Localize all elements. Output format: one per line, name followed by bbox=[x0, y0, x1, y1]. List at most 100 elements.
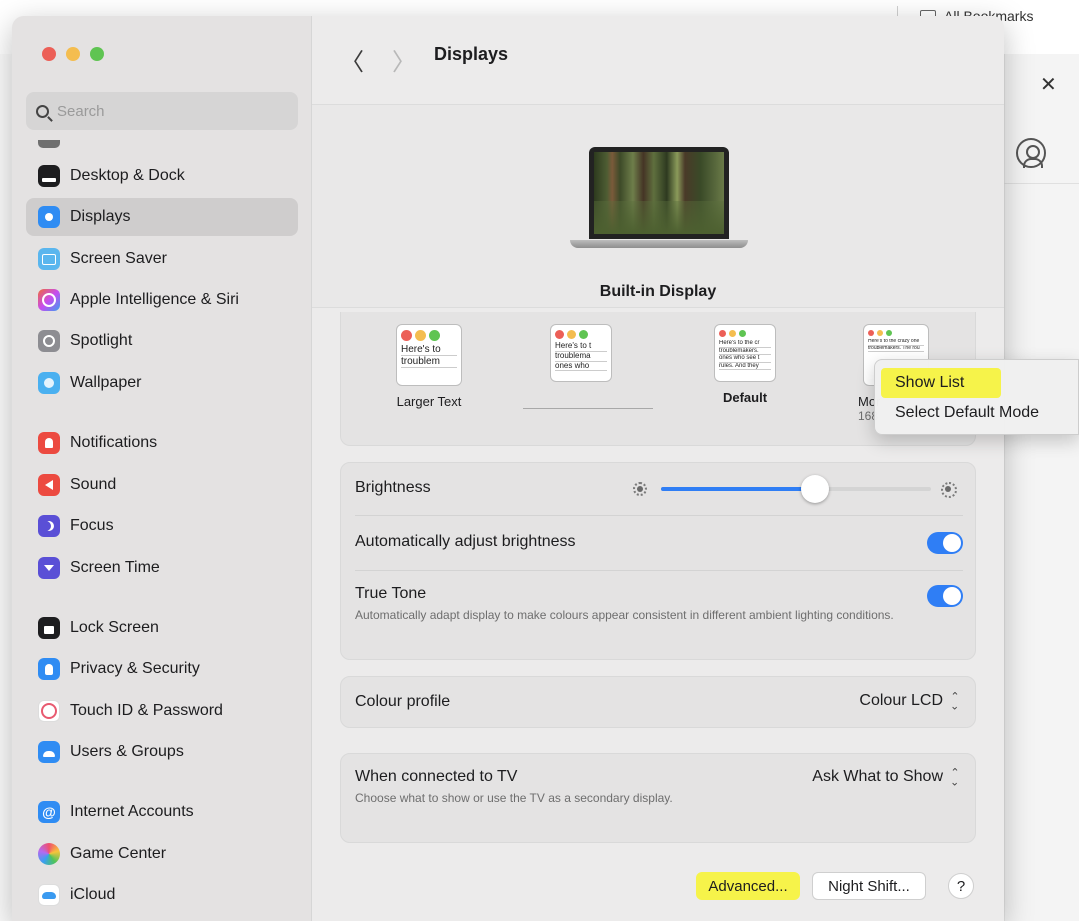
sidebar-item-label: Screen Saver bbox=[70, 250, 167, 267]
sidebar-item-desktop-dock[interactable]: Desktop & Dock bbox=[26, 157, 298, 195]
brightness-row: Brightness bbox=[341, 463, 977, 515]
sidebar-item-label: Focus bbox=[70, 517, 114, 534]
sidebar-item-label: Spotlight bbox=[70, 332, 133, 349]
brightness-label: Brightness bbox=[355, 479, 431, 496]
tv-label: When connected to TV bbox=[355, 768, 518, 785]
true-tone-label: True Tone bbox=[355, 585, 427, 602]
tv-popup[interactable]: Ask What to Show ⌃ ⌃ bbox=[812, 768, 961, 787]
sidebar-item-label: Sound bbox=[70, 476, 117, 493]
chevron-up-down-icon: ⌃ ⌃ bbox=[950, 691, 960, 711]
advanced-button[interactable]: Advanced... bbox=[696, 872, 800, 900]
brightness-slider[interactable] bbox=[661, 475, 931, 503]
preview-text: troublema bbox=[555, 352, 607, 362]
wallpaper-preview bbox=[594, 152, 724, 234]
sidebar-item-screen-time[interactable]: Screen Time bbox=[26, 549, 298, 587]
colour-profile-card: Colour profile Colour LCD ⌃ ⌃ bbox=[340, 676, 976, 728]
sidebar-item-touch-id[interactable]: Touch ID & Password bbox=[26, 692, 298, 730]
preview-text: troublemakers. bbox=[719, 348, 771, 356]
menu-item-select-default-mode[interactable]: Select Default Mode bbox=[881, 398, 1072, 428]
laptop-display-icon[interactable] bbox=[589, 147, 729, 239]
browser-side-panel bbox=[1004, 54, 1079, 921]
page-title: Displays bbox=[434, 44, 509, 64]
back-button[interactable]: 〈 bbox=[340, 42, 364, 77]
preview-text: Here's to t bbox=[555, 342, 607, 352]
siri-icon bbox=[38, 289, 60, 311]
icloud-icon bbox=[38, 884, 60, 906]
preview-text: ones who see t bbox=[719, 355, 771, 363]
display-arrangement: Built-in Display bbox=[312, 104, 1004, 308]
true-tone-row: True Tone Automatically adapt display to… bbox=[341, 571, 977, 661]
night-shift-button[interactable]: Night Shift... bbox=[812, 872, 926, 900]
sidebar-item-icloud[interactable]: iCloud bbox=[26, 876, 298, 914]
resolution-label: Larger Text bbox=[396, 394, 462, 409]
preview-text: troublemakers. The rou bbox=[868, 346, 924, 352]
sidebar-item-spotlight[interactable]: Spotlight bbox=[26, 322, 298, 360]
window-controls bbox=[42, 47, 104, 61]
brightness-card: Brightness Automatically adjust brightne… bbox=[340, 462, 976, 660]
resolution-preview: Here's to troublem bbox=[396, 324, 462, 386]
sound-icon bbox=[38, 474, 60, 496]
sidebar-item-label: Users & Groups bbox=[70, 743, 184, 760]
preview-text: rules. And they bbox=[719, 363, 771, 371]
wallpaper-icon bbox=[38, 372, 60, 394]
sidebar-item-privacy-security[interactable]: Privacy & Security bbox=[26, 650, 298, 688]
colour-profile-value: Colour LCD bbox=[859, 692, 943, 709]
resolution-option-2[interactable]: Here's to t troublema ones who bbox=[541, 324, 621, 382]
system-settings-window: Search Desktop & Dock Displays Screen Sa… bbox=[12, 16, 1004, 921]
user-account-icon[interactable] bbox=[1016, 138, 1046, 168]
sidebar-item-sound[interactable]: Sound bbox=[26, 466, 298, 504]
help-button[interactable]: ? bbox=[948, 873, 974, 899]
preview-text: Here's to bbox=[401, 344, 457, 356]
sidebar-item-label: Displays bbox=[70, 208, 131, 225]
sidebar-item-label: Desktop & Dock bbox=[70, 167, 185, 184]
true-tone-toggle[interactable] bbox=[927, 585, 963, 607]
close-window-button[interactable] bbox=[42, 47, 56, 61]
menu-item-show-list[interactable]: Show List bbox=[881, 368, 1001, 398]
tv-text: When connected to TV Choose what to show… bbox=[355, 768, 685, 807]
sidebar-item-displays[interactable]: Displays bbox=[26, 198, 298, 236]
sidebar-item-lock-screen[interactable]: Lock Screen bbox=[26, 609, 298, 647]
zoom-window-button[interactable] bbox=[90, 47, 104, 61]
tv-value: Ask What to Show bbox=[812, 768, 943, 785]
panel-divider bbox=[1004, 183, 1079, 184]
screen-saver-icon bbox=[38, 248, 60, 270]
sidebar-item-label: Apple Intelligence & Siri bbox=[70, 291, 239, 308]
search-field[interactable]: Search bbox=[26, 92, 298, 130]
preview-text: ones who bbox=[555, 362, 607, 372]
auto-brightness-toggle[interactable] bbox=[927, 532, 963, 554]
resolution-option-default[interactable]: Here's to the cr troublemakers. ones who… bbox=[705, 324, 785, 405]
sidebar-item-label: iCloud bbox=[70, 886, 116, 903]
sidebar-item-users-groups[interactable]: Users & Groups bbox=[26, 733, 298, 771]
users-icon bbox=[38, 741, 60, 763]
forward-button[interactable]: 〉 bbox=[392, 42, 416, 77]
screen-time-icon bbox=[38, 557, 60, 579]
main-pane: 〈 〉 Displays Built-in Display Here's to … bbox=[312, 16, 1004, 921]
spotlight-icon bbox=[38, 330, 60, 352]
cut-off-sidebar-icon bbox=[38, 140, 60, 148]
sidebar-item-internet-accounts[interactable]: Internet Accounts bbox=[26, 793, 298, 831]
search-icon bbox=[36, 104, 49, 118]
slider-knob[interactable] bbox=[800, 475, 829, 503]
sidebar-item-game-center[interactable]: Game Center bbox=[26, 835, 298, 873]
sidebar-item-focus[interactable]: Focus bbox=[26, 507, 298, 545]
game-center-icon bbox=[38, 843, 60, 865]
sidebar-item-label: Internet Accounts bbox=[70, 803, 194, 820]
sidebar-item-wallpaper[interactable]: Wallpaper bbox=[26, 364, 298, 402]
resolution-slider-line bbox=[523, 408, 653, 409]
resolution-preview: Here's to the cr troublemakers. ones who… bbox=[714, 324, 776, 382]
preview-text: Here's to the cr bbox=[719, 340, 771, 348]
sidebar-item-notifications[interactable]: Notifications bbox=[26, 424, 298, 462]
internet-accounts-icon bbox=[38, 801, 60, 823]
minimize-window-button[interactable] bbox=[66, 47, 80, 61]
lock-screen-icon bbox=[38, 617, 60, 639]
colour-profile-label: Colour profile bbox=[355, 693, 451, 710]
close-icon[interactable]: ✕ bbox=[1040, 72, 1057, 97]
sidebar-item-apple-intelligence-siri[interactable]: Apple Intelligence & Siri bbox=[26, 281, 298, 319]
sidebar-item-label: Notifications bbox=[70, 434, 158, 451]
colour-profile-popup[interactable]: Colour LCD ⌃ ⌃ bbox=[859, 691, 961, 711]
privacy-icon bbox=[38, 658, 60, 680]
resolution-option-larger-text[interactable]: Here's to troublem Larger Text bbox=[389, 324, 469, 409]
tv-card: When connected to TV Choose what to show… bbox=[340, 753, 976, 843]
sidebar-item-screen-saver[interactable]: Screen Saver bbox=[26, 240, 298, 278]
resolution-label: Default bbox=[722, 390, 768, 405]
